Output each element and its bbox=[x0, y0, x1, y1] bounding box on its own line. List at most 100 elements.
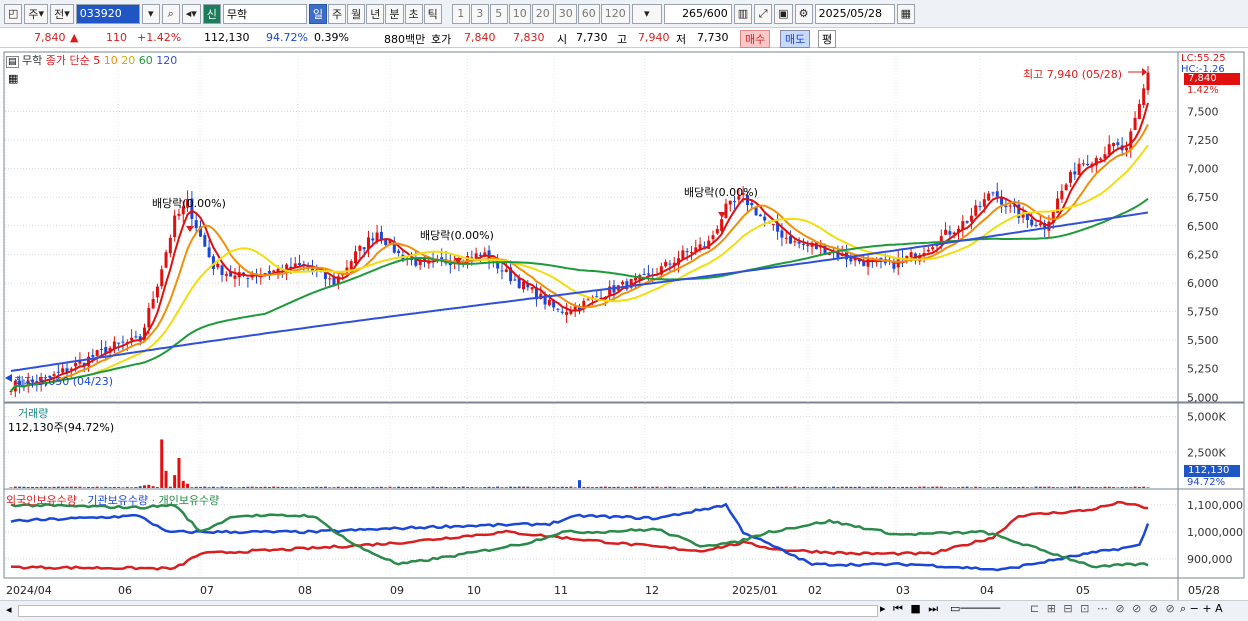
count-field[interactable]: 265/600 bbox=[663, 3, 732, 24]
x-axis-label: 05 bbox=[1076, 584, 1090, 597]
interval-tab-4[interactable]: 20 bbox=[531, 3, 554, 24]
volume-bar bbox=[659, 487, 663, 488]
sell-button[interactable]: 매도 bbox=[780, 30, 811, 48]
volume-bar bbox=[995, 486, 999, 488]
volume-bar bbox=[435, 487, 439, 488]
stock-name-field[interactable]: 무학 bbox=[222, 3, 307, 24]
volume-bar bbox=[366, 487, 370, 488]
interval-tab-1[interactable]: 3 bbox=[470, 3, 489, 24]
candle-body bbox=[771, 224, 775, 226]
volume-bar bbox=[392, 487, 396, 488]
volume-bar bbox=[522, 486, 526, 488]
volume-bar bbox=[280, 487, 284, 488]
volume-bar bbox=[328, 487, 332, 488]
volume-bar bbox=[289, 487, 293, 488]
gear-icon[interactable]: ⚙ bbox=[794, 3, 813, 24]
candle-body bbox=[164, 252, 168, 268]
volume-bar bbox=[1056, 487, 1060, 488]
volume-bar bbox=[220, 486, 224, 488]
dropdown-icon[interactable]: ▾ bbox=[141, 3, 160, 24]
grid-toggle-icon[interactable]: ▦ bbox=[8, 72, 18, 85]
volume-bar bbox=[177, 458, 181, 488]
window-icon[interactable]: ◰ bbox=[4, 3, 23, 24]
volume-bar bbox=[199, 486, 202, 488]
interval-tab-5[interactable]: 30 bbox=[554, 3, 577, 24]
panel-stock-name: 무학 bbox=[22, 54, 43, 67]
volume-bar bbox=[134, 487, 138, 488]
interval-tab-3[interactable]: 10 bbox=[508, 3, 531, 24]
volume-bar bbox=[823, 486, 827, 488]
volume-bar bbox=[939, 486, 943, 488]
volume-bar bbox=[87, 486, 91, 488]
scrollbar-track[interactable] bbox=[18, 605, 878, 617]
interval-tab-2[interactable]: 5 bbox=[489, 3, 508, 24]
period-tab-2[interactable]: 월 bbox=[347, 3, 366, 24]
candle-body bbox=[565, 312, 569, 315]
volume-bar bbox=[349, 487, 353, 488]
price-tick-label: 6,250 bbox=[1187, 248, 1219, 261]
period-tab-6[interactable]: 틱 bbox=[423, 3, 442, 24]
candle-body bbox=[1137, 104, 1141, 119]
x-axis-label: 12 bbox=[645, 584, 659, 597]
volume-bar bbox=[750, 486, 754, 488]
candle-body bbox=[944, 229, 948, 235]
volume-bar bbox=[1120, 486, 1124, 488]
volume-bar bbox=[720, 486, 724, 488]
period-tab-1[interactable]: 주 bbox=[328, 3, 347, 24]
candle-body bbox=[207, 247, 211, 258]
period-tab-3[interactable]: 년 bbox=[366, 3, 385, 24]
volume-bar bbox=[715, 486, 719, 488]
search-icon[interactable]: ⌕ bbox=[161, 3, 180, 24]
zoom-slider[interactable]: ▭────── bbox=[950, 602, 1000, 615]
foreign-holdings-title: 외국인보유수량 bbox=[6, 494, 77, 507]
volume-bar bbox=[18, 486, 22, 488]
trend-icon[interactable]: ⤢ bbox=[754, 3, 773, 24]
volume-bar bbox=[534, 487, 538, 488]
candle-body bbox=[362, 247, 366, 250]
tools-icons[interactable]: ⊏ ⊞ ⊟ ⊡ ⋯ ⊘ ⊘ ⊘ ⊘ bbox=[1030, 602, 1177, 615]
volume-bar bbox=[500, 487, 504, 488]
candle-body bbox=[668, 263, 672, 265]
date-field[interactable]: 2025/05/28 bbox=[814, 3, 895, 24]
interval-tab-0[interactable]: 1 bbox=[451, 3, 470, 24]
volume-bar bbox=[707, 486, 711, 488]
period-tab-5[interactable]: 초 bbox=[404, 3, 423, 24]
current-price-tag: 7,840 bbox=[1184, 73, 1240, 85]
volume-bar bbox=[121, 487, 125, 488]
prev-button[interactable]: 전 ▾ bbox=[50, 3, 74, 24]
period-tab-4[interactable]: 분 bbox=[385, 3, 404, 24]
playback-icons[interactable]: ▸ ⏮ ■ ⏭ bbox=[880, 602, 940, 616]
high-note: 최고 7,940 (05/28) bbox=[1023, 68, 1123, 81]
settings-icon[interactable]: ▤ bbox=[6, 56, 19, 68]
scroll-left-icon[interactable]: ◂ bbox=[6, 603, 12, 616]
volume-bar bbox=[913, 487, 917, 488]
chart-type-icon[interactable]: ▥ bbox=[733, 3, 753, 24]
volume-bar bbox=[905, 486, 909, 488]
interval-tab-7[interactable]: 120 bbox=[600, 3, 630, 24]
volume-bar bbox=[461, 486, 465, 488]
even-button[interactable]: 평 bbox=[818, 30, 837, 48]
interval-tab-6[interactable]: 60 bbox=[577, 3, 600, 24]
speaker-icon[interactable]: ◂▾ bbox=[181, 3, 201, 24]
candle-body bbox=[522, 281, 526, 290]
badge-label: 신 bbox=[206, 7, 217, 21]
volume-bar bbox=[1094, 487, 1098, 488]
save-icon[interactable]: ▣ bbox=[774, 3, 793, 24]
volume-bar bbox=[1077, 486, 1081, 488]
candle-body bbox=[298, 263, 302, 266]
volume-bar bbox=[457, 487, 461, 488]
calendar-icon[interactable]: ▦ bbox=[896, 3, 915, 24]
buy-button[interactable]: 매수 bbox=[740, 30, 771, 48]
candle-body bbox=[789, 236, 793, 244]
code-input[interactable]: 033920 bbox=[75, 3, 140, 24]
volume-bar bbox=[702, 486, 706, 488]
zoom-icons[interactable]: ⌕ − + A bbox=[1180, 602, 1223, 616]
volume-bar bbox=[797, 487, 801, 488]
market-type-select[interactable]: 주 ▾ bbox=[24, 3, 49, 24]
volume-bar bbox=[259, 486, 263, 488]
volume-bar bbox=[194, 486, 198, 488]
chart-area[interactable]: 7,500 7,250 7,000 6,750 6,500 6,250 6,000 5,750… bbox=[0, 48, 1248, 600]
interval-dropdown[interactable]: ▾ bbox=[631, 3, 662, 24]
period-tab-0[interactable]: 일 bbox=[308, 3, 328, 24]
candle-body bbox=[1107, 144, 1111, 155]
